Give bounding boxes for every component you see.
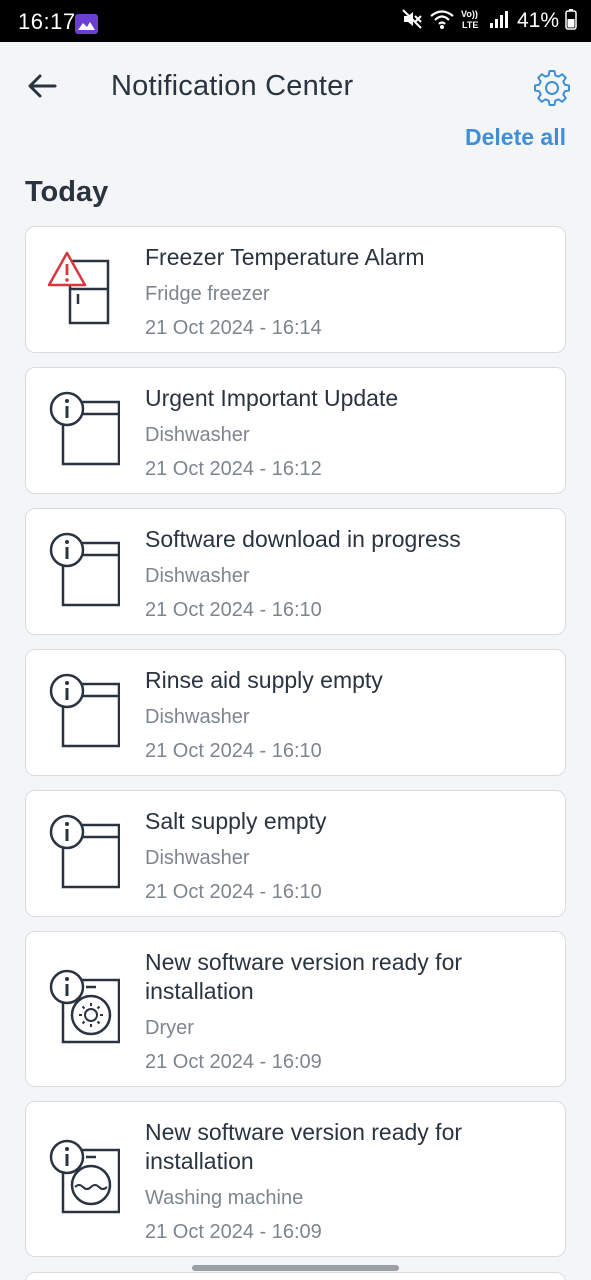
notification-list: Freezer Temperature Alarm Fridge freezer… <box>25 226 566 1271</box>
notification-timestamp: 21 Oct 2024 - 16:14 <box>145 317 322 339</box>
battery-percent: 41% <box>516 9 559 32</box>
dishwasher-info-icon <box>49 673 120 748</box>
notification-timestamp: 21 Oct 2024 - 16:10 <box>145 740 322 762</box>
notification-card[interactable]: New software version ready for installat… <box>25 931 566 1087</box>
notification-title: Urgent Important Update <box>145 385 399 411</box>
dryer-info-icon <box>49 969 120 1044</box>
washer-info-icon <box>49 1139 120 1214</box>
svg-text:LTE: LTE <box>462 20 478 30</box>
dishwasher-info-icon <box>49 532 120 607</box>
dishwasher-info-icon <box>49 391 120 466</box>
gear-icon <box>534 70 570 106</box>
notification-title: Freezer Temperature Alarm <box>145 244 425 270</box>
notification-device: Washing machine <box>145 1187 304 1209</box>
notification-title: Software download in progress <box>145 526 461 552</box>
mute-icon <box>401 8 423 35</box>
fridge-warning-icon <box>48 251 110 325</box>
home-indicator[interactable] <box>192 1265 399 1271</box>
notification-timestamp: 21 Oct 2024 - 16:12 <box>145 458 322 480</box>
notification-device: Dishwasher <box>145 706 250 728</box>
settings-button[interactable] <box>530 66 574 110</box>
notification-device: Fridge freezer <box>145 283 270 305</box>
svg-text:Vo)): Vo)) <box>461 9 478 19</box>
notification-title: New software version ready for installat… <box>145 1119 463 1174</box>
notification-timestamp: 21 Oct 2024 - 16:09 <box>145 1221 322 1243</box>
notification-timestamp: 21 Oct 2024 - 16:09 <box>145 1051 322 1073</box>
notification-timestamp: 21 Oct 2024 - 16:10 <box>145 599 322 621</box>
status-icons: Vo)) LTE 41% <box>401 8 577 34</box>
page-title: Notification Center <box>111 70 354 102</box>
notification-timestamp: 21 Oct 2024 - 16:10 <box>145 881 322 903</box>
app-header: Notification Center <box>0 42 591 132</box>
delete-all-button[interactable]: Delete all <box>465 124 566 151</box>
volte-icon: Vo)) LTE <box>461 8 483 35</box>
notification-card[interactable]: Software download in progress Dishwasher… <box>25 508 566 635</box>
wifi-icon <box>429 8 455 35</box>
notification-card[interactable]: Salt supply empty Dishwasher 21 Oct 2024… <box>25 790 566 917</box>
status-bar: 16:17 Vo)) LTE 41% <box>0 0 591 42</box>
notification-title: Rinse aid supply empty <box>145 667 383 693</box>
arrow-left-icon <box>28 74 57 98</box>
notification-card-partial[interactable] <box>25 1272 566 1280</box>
notification-device: Dishwasher <box>145 565 250 587</box>
notification-device: Dishwasher <box>145 424 250 446</box>
dishwasher-info-icon <box>49 814 120 889</box>
notification-card[interactable]: Rinse aid supply empty Dishwasher 21 Oct… <box>25 649 566 776</box>
notification-title: Salt supply empty <box>145 808 327 834</box>
battery-icon <box>565 8 577 35</box>
back-button[interactable] <box>22 66 62 106</box>
notification-device: Dryer <box>145 1017 194 1039</box>
gallery-app-icon <box>75 14 98 34</box>
status-time: 16:17 <box>18 9 76 34</box>
section-heading-today: Today <box>25 176 109 208</box>
notification-card[interactable]: Urgent Important Update Dishwasher 21 Oc… <box>25 367 566 494</box>
notification-card[interactable]: Freezer Temperature Alarm Fridge freezer… <box>25 226 566 353</box>
notification-card[interactable]: New software version ready for installat… <box>25 1101 566 1257</box>
notification-title: New software version ready for installat… <box>145 949 463 1004</box>
signal-icon <box>489 9 509 34</box>
notification-device: Dishwasher <box>145 847 250 869</box>
